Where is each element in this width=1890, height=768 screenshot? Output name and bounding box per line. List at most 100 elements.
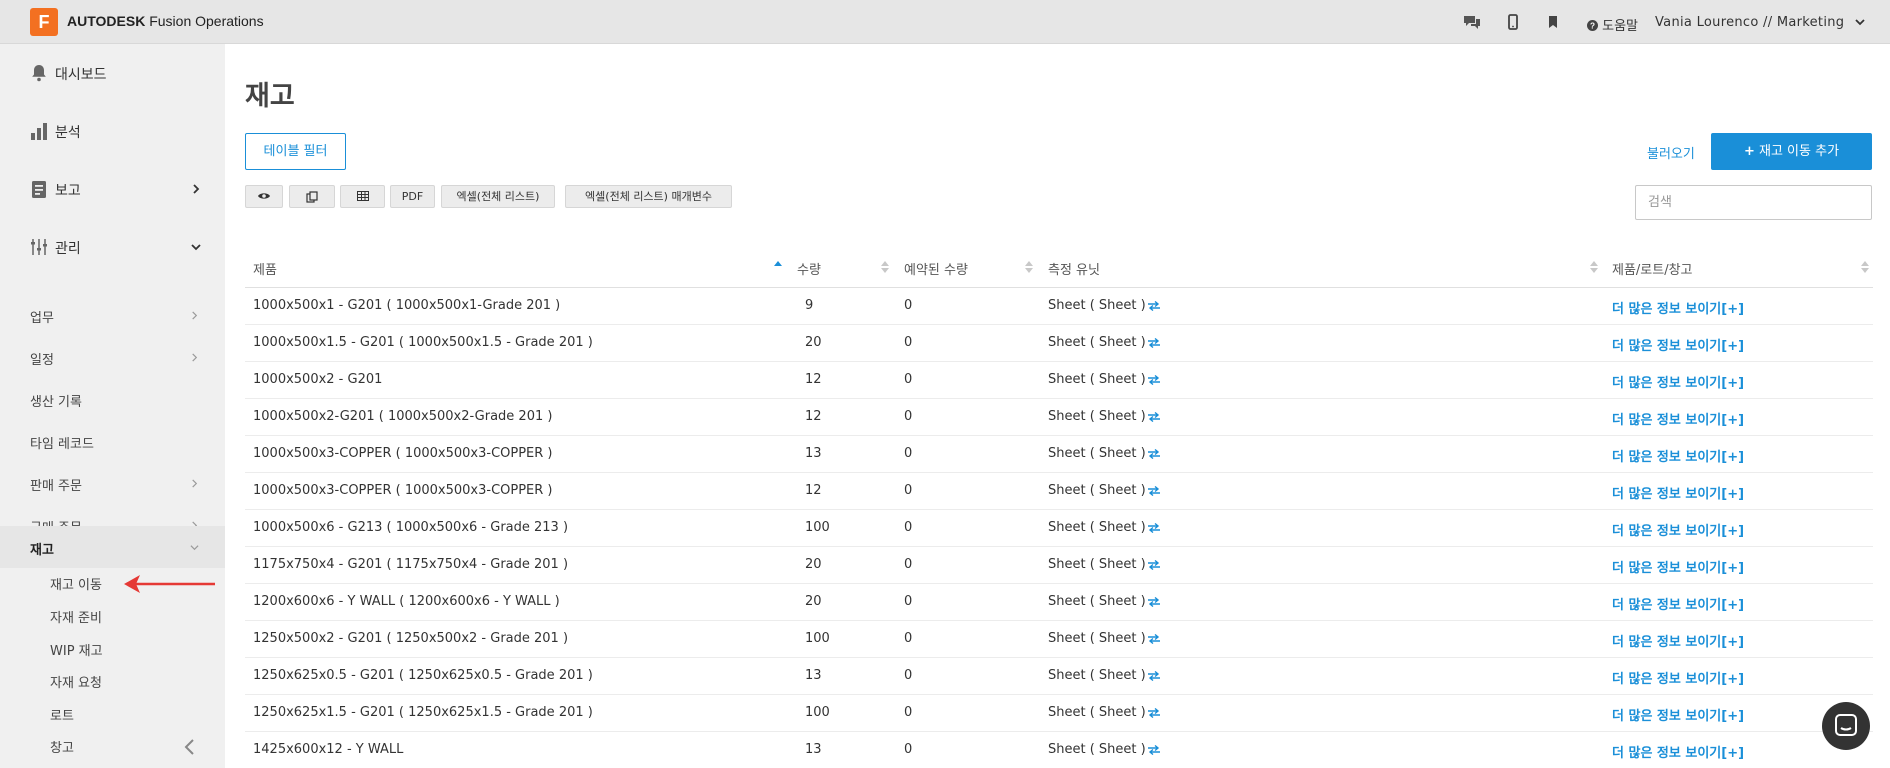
show-more-link[interactable]: 더 많은 정보 보이기[+] — [1612, 520, 1744, 539]
sort-both-icon[interactable] — [1590, 260, 1598, 274]
collapse-sidebar-icon[interactable] — [182, 737, 198, 757]
product-cell[interactable]: 1000x500x2-G201 ( 1000x500x2-Grade 201 ) — [253, 409, 552, 424]
sort-both-icon[interactable] — [1025, 260, 1033, 274]
table-row[interactable]: 1250x625x1.5 - G201 ( 1250x625x1.5 - Gra… — [245, 695, 1873, 732]
sidebar-item-schedule[interactable]: 일정 — [0, 336, 225, 378]
product-cell[interactable]: 1000x500x6 - G213 ( 1000x500x6 - Grade 2… — [253, 520, 568, 535]
show-more-link[interactable]: 더 많은 정보 보이기[+] — [1612, 631, 1744, 650]
fusion-logo[interactable]: F — [30, 8, 58, 36]
convert-units-icon[interactable] — [1147, 448, 1161, 459]
column-header-reserved[interactable]: 예약된 수량 — [904, 259, 968, 278]
help-link[interactable]: ? 도움말 — [1587, 15, 1638, 34]
sidebar-item-production-log[interactable]: 생산 기록 — [0, 378, 225, 420]
sort-both-icon[interactable] — [881, 260, 889, 274]
sidebar-item-time-records[interactable]: 타임 레코드 — [0, 420, 225, 462]
convert-units-icon[interactable] — [1147, 596, 1161, 607]
product-cell[interactable]: 1175x750x4 - G201 ( 1175x750x4 - Grade 2… — [253, 557, 568, 572]
sidebar-item-wip-inventory[interactable]: WIP 재고 — [50, 640, 103, 659]
product-cell[interactable]: 1250x625x1.5 - G201 ( 1250x625x1.5 - Gra… — [253, 705, 593, 720]
table-row[interactable]: 1000x500x3-COPPER ( 1000x500x3-COPPER ) 1… — [245, 436, 1873, 473]
pdf-button[interactable]: PDF — [390, 185, 435, 208]
table-filter-button[interactable]: 테이블 필터 — [245, 133, 346, 170]
sort-both-icon[interactable] — [1861, 260, 1869, 274]
sidebar-item-reports[interactable]: 보고 — [0, 160, 225, 218]
table-row[interactable]: 1200x600x6 - Y WALL ( 1200x600x6 - Y WAL… — [245, 584, 1873, 621]
convert-units-icon[interactable] — [1147, 337, 1161, 348]
table-row[interactable]: 1000x500x2-G201 ( 1000x500x2-Grade 201 )… — [245, 399, 1873, 436]
convert-units-icon[interactable] — [1147, 485, 1161, 496]
sidebar-item-lots[interactable]: 로트 — [50, 705, 74, 724]
add-stock-movement-button[interactable]: + 재고 이동 추가 — [1711, 133, 1872, 170]
sidebar-item-manage[interactable]: 관리 — [0, 218, 225, 276]
user-menu[interactable]: Vania Lourenco // Marketing — [1655, 15, 1844, 30]
bookmark-icon[interactable] — [1543, 12, 1563, 32]
chevron-down-icon — [190, 545, 199, 551]
sidebar-item-material-prep[interactable]: 자재 준비 — [50, 607, 102, 626]
convert-units-icon[interactable] — [1147, 300, 1161, 311]
convert-units-icon[interactable] — [1147, 522, 1161, 533]
sort-asc-icon[interactable] — [774, 260, 782, 274]
show-more-link[interactable]: 더 많은 정보 보이기[+] — [1612, 594, 1744, 613]
sidebar-item-material-requests[interactable]: 자재 요청 — [50, 672, 102, 691]
product-cell[interactable]: 1000x500x3-COPPER ( 1000x500x3-COPPER ) — [253, 446, 553, 461]
show-more-link[interactable]: 더 많은 정보 보이기[+] — [1612, 557, 1744, 576]
chat-launcher-button[interactable] — [1822, 702, 1870, 750]
convert-units-icon[interactable] — [1147, 744, 1161, 755]
show-more-link[interactable]: 더 많은 정보 보이기[+] — [1612, 668, 1744, 687]
table-row[interactable]: 1250x625x0.5 - G201 ( 1250x625x0.5 - Gra… — [245, 658, 1873, 695]
column-header-product[interactable]: 제품 — [253, 259, 277, 278]
table-row[interactable]: 1000x500x1 - G201 ( 1000x500x1-Grade 201… — [245, 288, 1873, 325]
column-visibility-button[interactable] — [245, 185, 283, 208]
show-more-link[interactable]: 더 많은 정보 보이기[+] — [1612, 409, 1744, 428]
sidebar-item-warehouses[interactable]: 창고 — [50, 737, 74, 756]
excel-params-button[interactable]: 엑셀(전체 리스트) 매개변수 — [565, 185, 732, 208]
table-row[interactable]: 1000x500x1.5 - G201 ( 1000x500x1.5 - Gra… — [245, 325, 1873, 362]
product-cell[interactable]: 1000x500x3-COPPER ( 1000x500x3-COPPER ) — [253, 483, 553, 498]
product-cell[interactable]: 1000x500x1.5 - G201 ( 1000x500x1.5 - Gra… — [253, 335, 593, 350]
uom-label: Sheet ( Sheet ) — [1048, 372, 1146, 387]
table-row[interactable]: 1425x600x12 - Y WALL 13 0 Sheet ( Sheet ) 더 … — [245, 732, 1873, 768]
product-cell[interactable]: 1425x600x12 - Y WALL — [253, 742, 403, 757]
table-row[interactable]: 1000x500x6 - G213 ( 1000x500x6 - Grade 2… — [245, 510, 1873, 547]
show-more-link[interactable]: 더 많은 정보 보이기[+] — [1612, 335, 1744, 354]
convert-units-icon[interactable] — [1147, 559, 1161, 570]
convert-units-icon[interactable] — [1147, 633, 1161, 644]
convert-units-icon[interactable] — [1147, 707, 1161, 718]
convert-units-icon[interactable] — [1147, 411, 1161, 422]
sidebar-item-tasks[interactable]: 업무 — [0, 294, 225, 336]
column-header-uom[interactable]: 측정 유닛 — [1048, 259, 1100, 278]
product-cell[interactable]: 1000x500x1 - G201 ( 1000x500x1-Grade 201… — [253, 298, 560, 313]
table-row[interactable]: 1175x750x4 - G201 ( 1175x750x4 - Grade 2… — [245, 547, 1873, 584]
sidebar-item-sales-orders[interactable]: 판매 주문 — [0, 462, 225, 504]
column-header-product-lot-warehouse[interactable]: 제품/로트/창고 — [1612, 259, 1693, 278]
show-more-link[interactable]: 더 많은 정보 보이기[+] — [1612, 446, 1744, 465]
table-row[interactable]: 1250x500x2 - G201 ( 1250x500x2 - Grade 2… — [245, 621, 1873, 658]
show-more-link[interactable]: 더 많은 정보 보이기[+] — [1612, 298, 1744, 317]
brand-name[interactable]: AUTODESK Fusion Operations — [67, 13, 264, 29]
copy-button[interactable] — [289, 185, 335, 208]
convert-units-icon[interactable] — [1147, 670, 1161, 681]
show-more-link[interactable]: 더 많은 정보 보이기[+] — [1612, 483, 1744, 502]
show-more-link[interactable]: 더 많은 정보 보이기[+] — [1612, 742, 1744, 761]
excel-all-button[interactable]: 엑셀(전체 리스트) — [441, 185, 555, 208]
product-cell[interactable]: 1250x500x2 - G201 ( 1250x500x2 - Grade 2… — [253, 631, 568, 646]
chat-icon[interactable] — [1462, 12, 1482, 32]
sidebar-item-inventory[interactable]: 재고 — [0, 526, 225, 568]
show-more-link[interactable]: 더 많은 정보 보이기[+] — [1612, 372, 1744, 391]
product-cell[interactable]: 1250x625x0.5 - G201 ( 1250x625x0.5 - Gra… — [253, 668, 593, 683]
show-more-link[interactable]: 더 많은 정보 보이기[+] — [1612, 705, 1744, 724]
mobile-icon[interactable] — [1503, 12, 1523, 32]
csv-button[interactable] — [340, 185, 385, 208]
chevron-down-icon[interactable] — [1854, 16, 1866, 28]
product-cell[interactable]: 1200x600x6 - Y WALL ( 1200x600x6 - Y WAL… — [253, 594, 560, 609]
table-row[interactable]: 1000x500x2 - G201 12 0 Sheet ( Sheet ) 더 많은 … — [245, 362, 1873, 399]
sidebar-item-dashboard[interactable]: 대시보드 — [0, 44, 225, 102]
table-row[interactable]: 1000x500x3-COPPER ( 1000x500x3-COPPER ) 1… — [245, 473, 1873, 510]
convert-units-icon[interactable] — [1147, 374, 1161, 385]
product-cell[interactable]: 1000x500x2 - G201 — [253, 372, 382, 387]
sidebar-item-analytics[interactable]: 분석 — [0, 102, 225, 160]
search-input[interactable] — [1635, 185, 1872, 220]
load-link[interactable]: 불러오기 — [1647, 143, 1695, 162]
column-header-qty[interactable]: 수량 — [797, 259, 821, 278]
sidebar-item-stock-movements[interactable]: 재고 이동 — [50, 574, 102, 593]
